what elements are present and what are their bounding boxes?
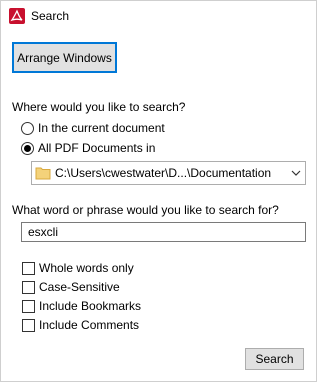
checkbox-label: Whole words only	[39, 261, 134, 275]
radio-label: In the current document	[38, 121, 165, 135]
folder-icon	[35, 165, 51, 181]
radio-current-document[interactable]: In the current document	[21, 120, 165, 136]
option-include-comments[interactable]: Include Comments	[22, 317, 139, 333]
checkbox-label: Include Comments	[39, 318, 140, 332]
search-text-input[interactable]: esxcli	[21, 222, 306, 242]
where-question-label: Where would you like to search?	[12, 100, 186, 114]
checkbox[interactable]	[22, 299, 35, 313]
what-question-label: What word or phrase would you like to se…	[12, 203, 279, 217]
option-include-bookmarks[interactable]: Include Bookmarks	[22, 298, 141, 314]
title-bar: Search	[1, 1, 316, 31]
radio-all-pdf-documents[interactable]: All PDF Documents in	[21, 140, 155, 156]
search-button[interactable]: Search	[245, 348, 304, 370]
checkbox[interactable]	[22, 318, 35, 332]
search-window: Search Arrange Windows Where would you l…	[0, 0, 317, 382]
acrobat-pdf-icon	[9, 8, 25, 24]
checkbox-label: Include Bookmarks	[39, 299, 142, 313]
chevron-down-icon[interactable]	[287, 162, 305, 184]
window-title: Search	[31, 9, 70, 23]
radio-label: All PDF Documents in	[38, 141, 156, 155]
checkbox[interactable]	[22, 280, 35, 294]
radio-button[interactable]	[21, 121, 34, 135]
location-dropdown[interactable]: C:\Users\cwestwater\D...\Documentation	[31, 161, 306, 185]
location-value: C:\Users\cwestwater\D...\Documentation	[55, 166, 272, 180]
arrange-windows-button[interactable]: Arrange Windows	[12, 42, 117, 73]
checkbox-label: Case-Sensitive	[39, 280, 120, 294]
option-case-sensitive[interactable]: Case-Sensitive	[22, 279, 120, 295]
option-whole-words[interactable]: Whole words only	[22, 260, 134, 276]
checkbox[interactable]	[22, 261, 35, 275]
radio-button[interactable]	[21, 141, 34, 155]
